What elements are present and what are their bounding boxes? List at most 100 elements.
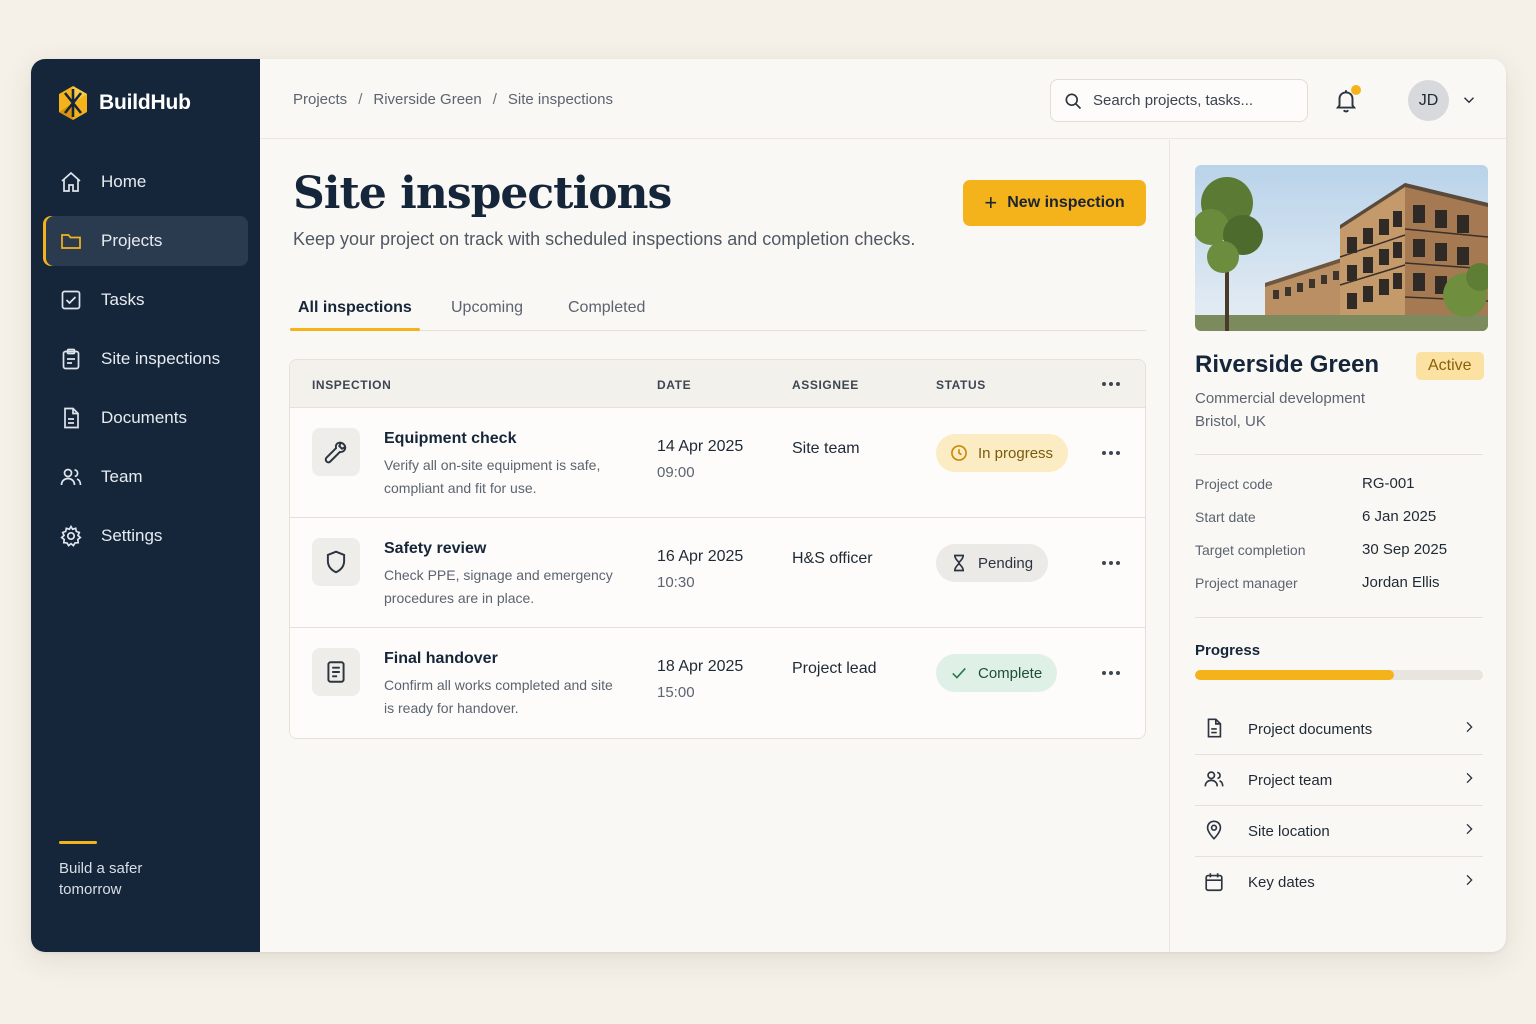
breadcrumb-item-current: Site inspections — [507, 91, 613, 108]
table-row[interactable]: Safety review Check PPE, signage and eme… — [290, 518, 1145, 628]
detail-label-start-date: Start date — [1195, 509, 1256, 525]
sidebar-item-settings[interactable]: Settings — [43, 511, 248, 561]
document-icon — [64, 407, 79, 429]
buildhub-logo-icon — [59, 86, 87, 120]
search-box[interactable] — [1050, 79, 1308, 122]
breadcrumb-separator: / — [358, 91, 363, 108]
link-label: Site location — [1248, 822, 1330, 840]
project-type: Commercial development — [1195, 390, 1366, 407]
page-subtitle: Keep your project on track with schedule… — [293, 229, 916, 249]
document-icon — [327, 661, 345, 683]
page-title: Site inspections — [293, 168, 672, 219]
project-panel: Riverside Green Active Commercial develo… — [1169, 140, 1506, 952]
sidebar-item-site-inspections[interactable]: Site inspections — [43, 334, 248, 384]
notifications-button[interactable] — [1333, 85, 1361, 115]
column-header-status[interactable]: STATUS — [936, 378, 986, 392]
link-site-location[interactable]: Site location — [1195, 806, 1483, 857]
status-label: In progress — [978, 444, 1054, 462]
row-icon-box — [312, 428, 360, 476]
inspection-title: Equipment check — [384, 430, 517, 447]
column-header-assignee[interactable]: ASSIGNEE — [792, 378, 859, 392]
inspection-assignee: H&S officer — [792, 550, 873, 567]
divider — [1195, 454, 1483, 455]
tab-completed[interactable]: Completed — [560, 299, 653, 331]
notification-dot — [1351, 85, 1361, 95]
checkbox-icon — [61, 290, 81, 310]
sidebar-item-label: Documents — [101, 408, 187, 427]
sidebar-item-label: Projects — [101, 231, 163, 250]
progress-label: Progress — [1195, 642, 1261, 659]
row-menu-icon[interactable] — [1102, 561, 1120, 565]
breadcrumb-item-project[interactable]: Riverside Green — [373, 91, 481, 108]
detail-label-target-completion: Target completion — [1195, 542, 1306, 558]
search-input[interactable] — [1093, 92, 1293, 109]
sidebar-item-projects[interactable]: Projects — [43, 216, 248, 266]
footer-accent-bar — [59, 841, 97, 844]
sidebar-item-home[interactable]: Home — [43, 157, 248, 207]
chevron-down-icon — [1463, 97, 1475, 104]
chevron-right-icon — [1466, 772, 1473, 783]
content: Site inspections Keep your project on tr… — [260, 140, 1169, 952]
status-badge: Pending — [936, 544, 1049, 582]
clipboard-icon — [62, 348, 80, 370]
tab-upcoming[interactable]: Upcoming — [443, 299, 531, 331]
row-menu-icon[interactable] — [1102, 451, 1120, 455]
table-row[interactable]: Final handover Confirm all works complet… — [290, 628, 1145, 738]
inspection-assignee: Project lead — [792, 660, 877, 677]
link-project-documents[interactable]: Project documents — [1195, 704, 1483, 755]
chevron-right-icon — [1466, 823, 1473, 834]
new-inspection-label: New inspection — [1007, 194, 1125, 211]
sidebar-item-team[interactable]: Team — [43, 452, 248, 502]
table-header: INSPECTION DATE ASSIGNEE STATUS — [290, 360, 1145, 408]
users-icon — [1204, 771, 1224, 787]
status-badge: In progress — [936, 434, 1069, 472]
sidebar-item-tasks[interactable]: Tasks — [43, 275, 248, 325]
inspection-assignee: Site team — [792, 440, 860, 457]
inspection-time: 10:30 — [657, 574, 695, 591]
link-label: Key dates — [1248, 874, 1315, 891]
sidebar-item-documents[interactable]: Documents — [43, 393, 248, 443]
sidebar-footer: Build a safer tomorrow — [59, 841, 169, 900]
status-label: Pending — [978, 554, 1034, 572]
column-header-inspection[interactable]: INSPECTION — [312, 378, 391, 392]
app-window: BuildHub Home Projects Tasks Site inspec… — [31, 59, 1506, 952]
clock-icon — [951, 445, 967, 461]
link-label: Project documents — [1248, 720, 1373, 738]
sidebar-item-label: Team — [101, 467, 143, 486]
row-icon-box — [312, 538, 360, 586]
avatar[interactable]: JD — [1408, 80, 1449, 121]
table-row[interactable]: Equipment check Verify all on-site equip… — [290, 408, 1145, 518]
inspection-description: Confirm all works completed and site is … — [384, 677, 613, 716]
check-icon — [952, 667, 966, 679]
link-project-team[interactable]: Project team — [1195, 755, 1483, 806]
inspection-title: Safety review — [384, 540, 487, 557]
topbar: Projects / Riverside Green / Site inspec… — [260, 59, 1506, 139]
progress-bar-fill — [1195, 670, 1394, 680]
brand-name: BuildHub — [99, 91, 191, 114]
project-name: Riverside Green — [1195, 351, 1380, 378]
column-header-date[interactable]: DATE — [657, 378, 691, 392]
users-icon — [60, 468, 82, 486]
detail-value-target-completion: 30 Sep 2025 — [1362, 541, 1448, 558]
project-photo — [1195, 165, 1488, 331]
link-label: Project team — [1248, 771, 1333, 789]
calendar-icon — [1205, 872, 1223, 891]
row-icon-box — [312, 648, 360, 696]
brand[interactable]: BuildHub — [57, 85, 191, 121]
inspection-description: Verify all on-site equipment is safe, co… — [384, 457, 601, 496]
tab-all-inspections[interactable]: All inspections — [290, 299, 420, 331]
sidebar: BuildHub Home Projects Tasks Site inspec… — [31, 59, 260, 952]
main-area: Projects / Riverside Green / Site inspec… — [260, 59, 1506, 952]
breadcrumb-item-projects[interactable]: Projects — [293, 91, 347, 108]
link-key-dates[interactable]: Key dates — [1195, 857, 1483, 908]
row-menu-icon[interactable] — [1102, 671, 1120, 675]
breadcrumb: Projects / Riverside Green / Site inspec… — [293, 91, 613, 108]
user-menu-button[interactable] — [1460, 91, 1478, 109]
inspection-date: 18 Apr 2025 — [657, 658, 744, 675]
new-inspection-button[interactable]: + New inspection — [963, 180, 1146, 226]
inspection-date: 14 Apr 2025 — [657, 438, 744, 455]
detail-value-project-code: RG-001 — [1362, 475, 1415, 492]
progress-bar — [1195, 670, 1483, 680]
search-icon — [1065, 93, 1082, 109]
table-options-icon[interactable] — [1102, 382, 1120, 386]
